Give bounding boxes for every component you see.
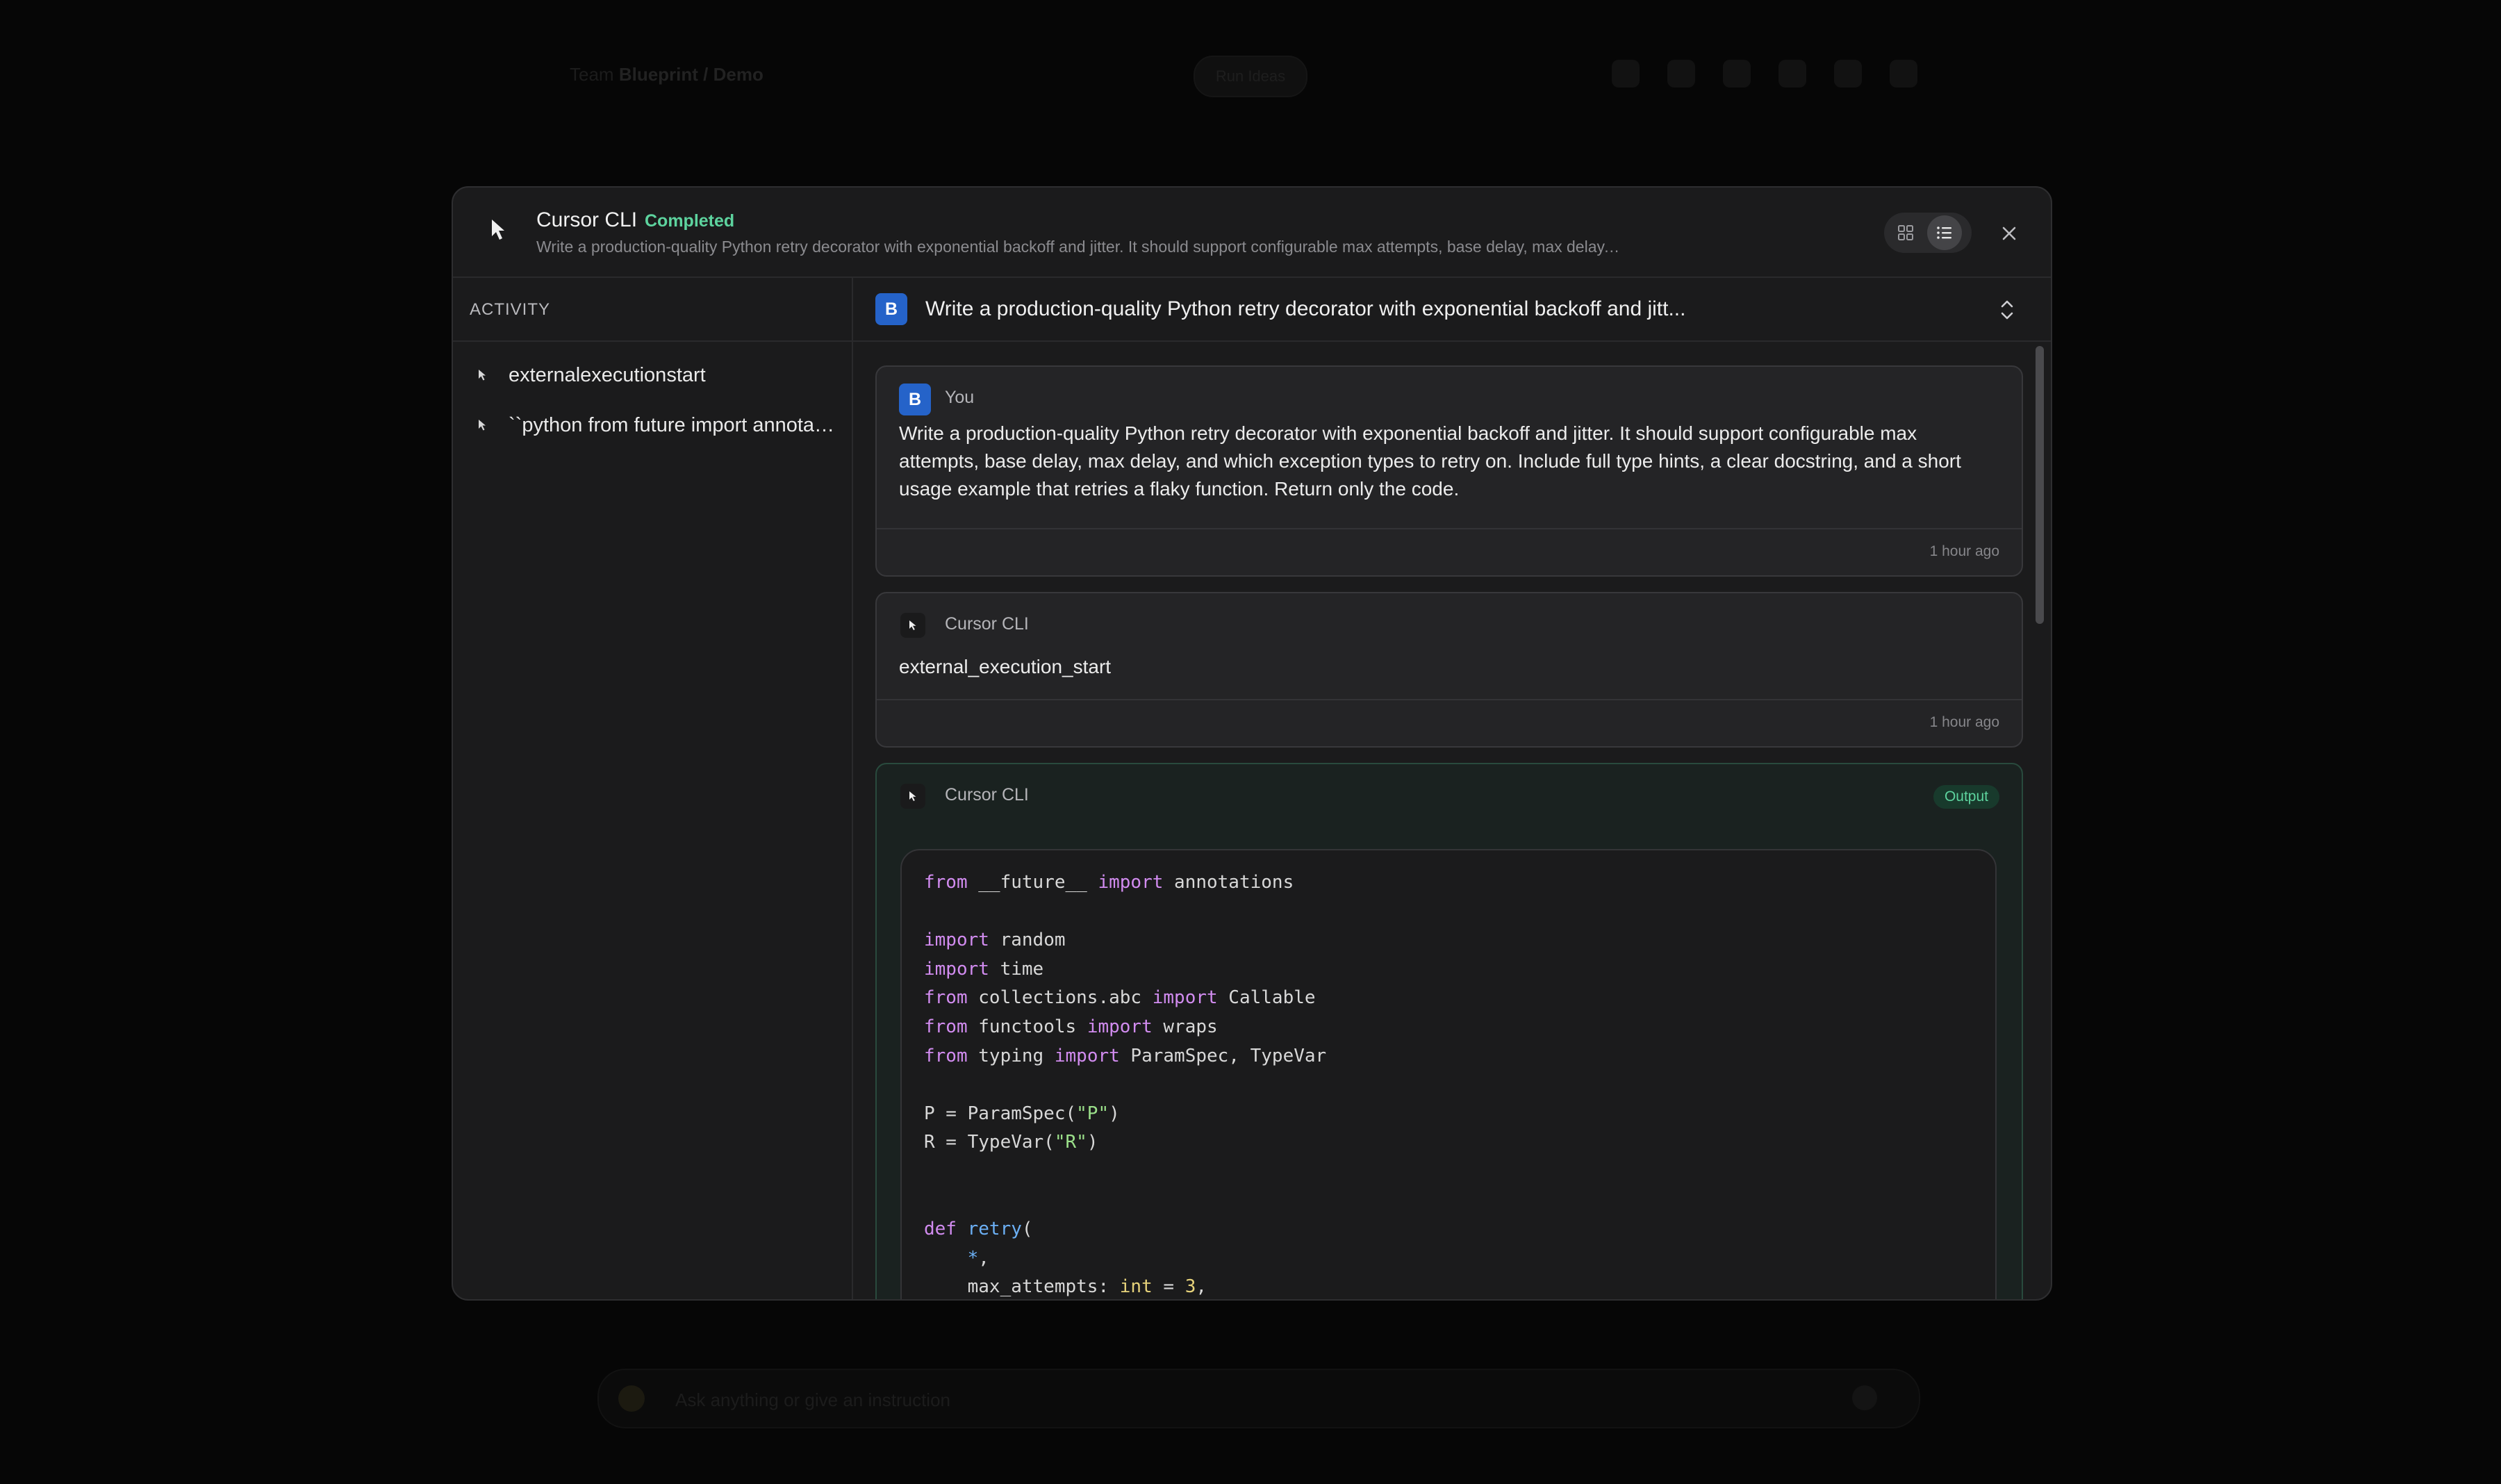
background-pill: Run Ideas [1194,56,1307,97]
background-composer: Ask anything or give an instruction [597,1369,1920,1428]
background-toolbar [1612,60,1917,88]
view-mode-toggle [1884,213,1972,253]
chevron-up-down-icon[interactable] [1997,297,2017,322]
activity-item[interactable]: externalexecutionstart [453,350,852,400]
activity-heading: ACTIVITY [453,278,852,342]
cursor-arrow-icon [479,370,486,381]
grid-view-button[interactable] [1888,215,1923,250]
cursor-agent-icon [900,784,925,809]
grid-icon [1898,225,1913,240]
dialog-header: Cursor CLI Completed Write a production-… [453,188,2051,278]
message-timestamp: 1 hour ago [1929,543,1999,559]
scrollbar-thumb[interactable] [2036,346,2044,624]
avatar: B [899,384,931,415]
send-icon [1852,1385,1877,1410]
background-breadcrumb: Team Blueprint / Demo [570,64,763,85]
activity-item-label: externalexecutionstart [509,363,706,386]
agent-run-dialog: Cursor CLI Completed Write a production-… [452,186,2052,1301]
close-icon [2002,226,2016,240]
message-author: You [945,388,975,407]
list-view-button[interactable] [1927,215,1962,250]
code-content: from __future__ import annotations impor… [924,872,1327,1298]
code-block[interactable]: from __future__ import annotations impor… [900,849,1997,1299]
message-author: Cursor CLI [945,785,1029,805]
list-icon [1937,226,1951,239]
message-author: Cursor CLI [945,614,1029,634]
background-icon [1778,60,1806,88]
status-badge: Completed [645,211,735,231]
conversation-title: Write a production-quality Python retry … [925,297,1686,320]
message-list[interactable]: B You Write a production-quality Python … [853,343,2051,1299]
background-icon [1667,60,1695,88]
conversation-panel: B Write a production-quality Python retr… [853,278,2051,1299]
cursor-arrow-icon [479,420,486,431]
activity-item-label: ``python from future import annotations [509,413,835,436]
activity-sidebar: ACTIVITY externalexecutionstart ``python… [453,278,853,1299]
user-message-card: B You Write a production-quality Python … [875,365,2023,577]
conversation-header[interactable]: B Write a production-quality Python retr… [853,278,2051,342]
background-icon [1834,60,1862,88]
close-button[interactable] [1994,218,2024,249]
background-composer-placeholder: Ask anything or give an instruction [675,1390,950,1410]
output-badge: Output [1933,785,1999,809]
background-icon [1890,60,1917,88]
cursor-agent-icon [900,613,925,638]
dialog-title: Cursor CLI [536,208,638,231]
background-icon [1723,60,1751,88]
sparkle-icon [618,1385,645,1412]
activity-item[interactable]: ``python from future import annotations [453,400,852,450]
message-text: Write a production-quality Python retry … [899,422,1961,500]
agent-event-card: Cursor CLI external_execution_start 1 ho… [875,592,2023,748]
background-icon [1612,60,1640,88]
avatar: B [875,293,907,325]
cursor-arrow-icon [492,220,504,240]
agent-output-card: Cursor CLI Output from __future__ import… [875,763,2023,1299]
message-timestamp: 1 hour ago [1929,714,1999,730]
dialog-subtitle: Write a production-quality Python retry … [536,238,1620,256]
message-text: external_execution_start [899,656,1112,677]
